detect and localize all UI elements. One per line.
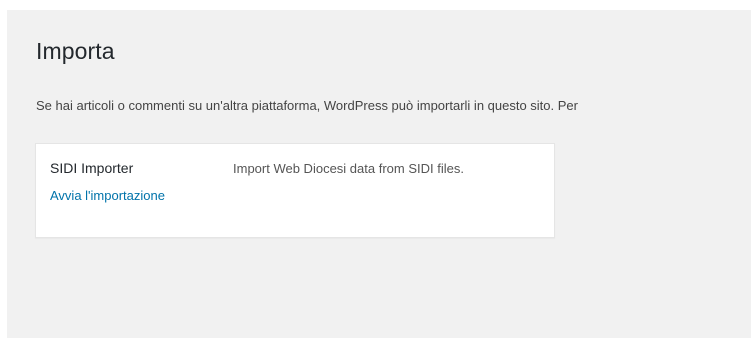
run-importer-link[interactable]: Avvia l'importazione	[50, 188, 165, 203]
page-title: Importa	[36, 38, 115, 64]
importer-name: SIDI Importer	[50, 160, 134, 176]
importer-description: Import Web Diocesi data from SIDI files.	[233, 161, 464, 176]
import-intro-text: Se hai articoli o commenti su un'altra p…	[36, 98, 578, 113]
importers-table: SIDI Importer Avvia l'importazione Impor…	[35, 143, 555, 238]
main-content-area: Importa Se hai articoli o commenti su un…	[7, 10, 751, 338]
